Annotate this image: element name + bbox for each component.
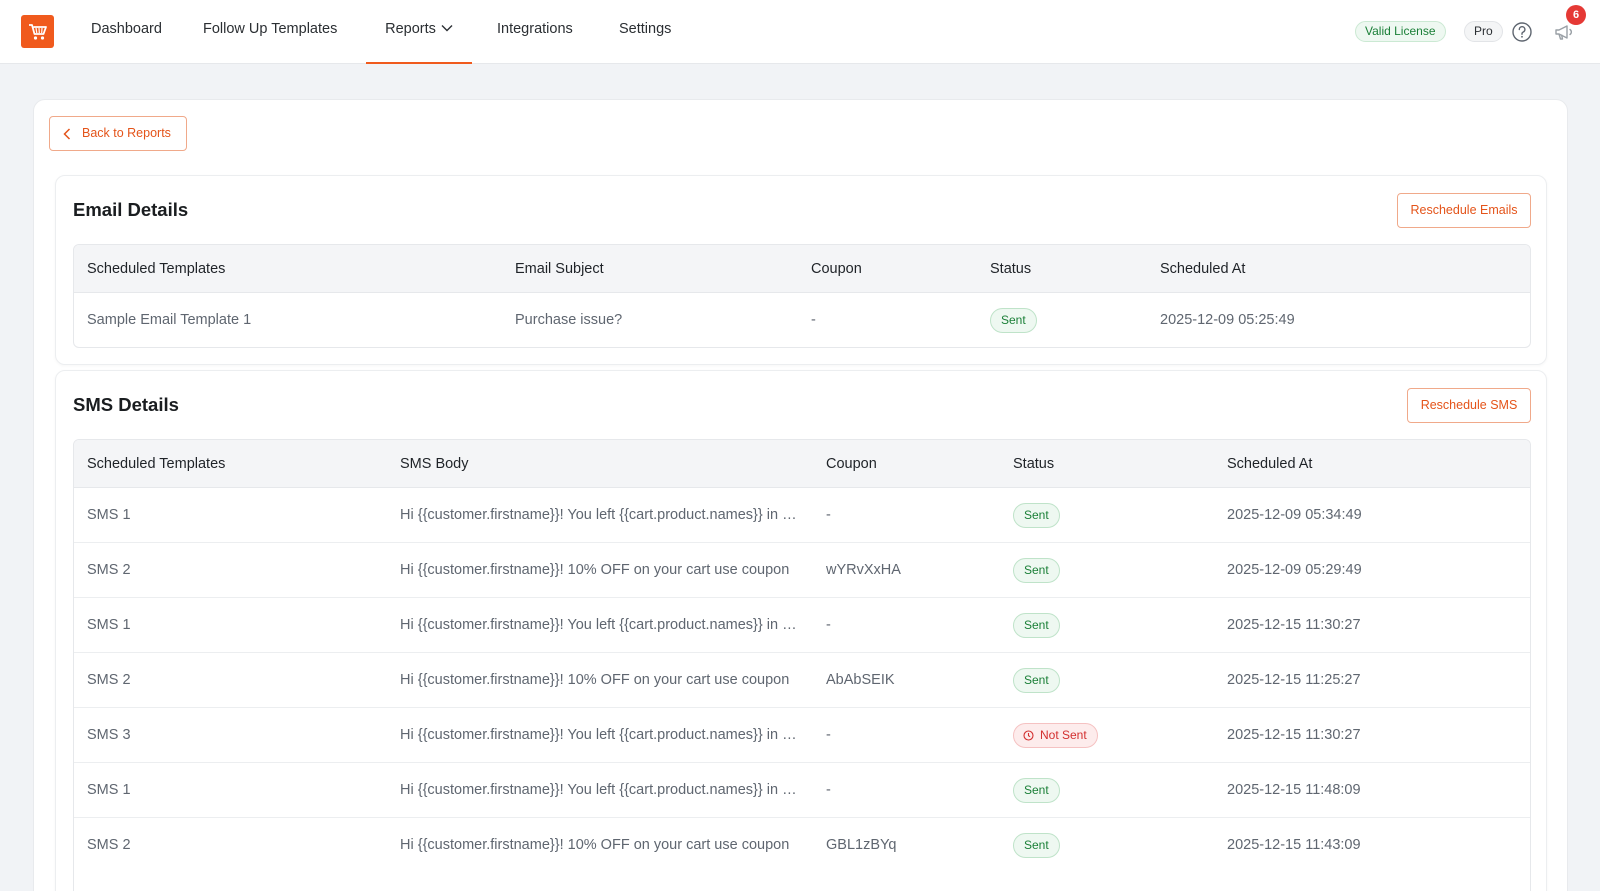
sms-body-cell: Hi {{customer.firstname}}! You left {{ca… bbox=[400, 782, 800, 798]
column-header: Email Subject bbox=[515, 261, 604, 277]
column-header: Status bbox=[990, 261, 1032, 277]
subject-cell: Purchase issue? bbox=[515, 312, 623, 328]
sms-details-title: SMS Details bbox=[73, 394, 179, 415]
table-row: SMS 1 Hi {{customer.firstname}}! You lef… bbox=[74, 488, 1530, 543]
column-header: Scheduled At bbox=[1227, 456, 1313, 472]
scheduled-at-cell: 2025-12-09 05:25:49 bbox=[1160, 312, 1295, 328]
coupon-cell: - bbox=[811, 312, 816, 328]
column-header: Coupon bbox=[826, 456, 877, 472]
template-cell: SMS 3 bbox=[87, 727, 131, 743]
chevron-left-icon bbox=[63, 128, 71, 140]
table-row: SMS 2 Hi {{customer.firstname}}! 10% OFF… bbox=[74, 818, 1530, 873]
column-header: Scheduled At bbox=[1160, 261, 1246, 277]
license-status-badge: Valid License bbox=[1355, 21, 1446, 42]
status-badge: Sent bbox=[1013, 833, 1060, 858]
sms-body-cell: Hi {{customer.firstname}}! You left {{ca… bbox=[400, 507, 800, 523]
template-cell: Sample Email Template 1 bbox=[87, 312, 252, 328]
sms-body-cell: Hi {{customer.firstname}}! 10% OFF on yo… bbox=[400, 672, 790, 688]
table-row: SMS 2 Hi {{customer.firstname}}! 10% OFF… bbox=[74, 543, 1530, 598]
scheduled-at-cell: 2025-12-15 11:48:09 bbox=[1227, 782, 1361, 798]
coupon-cell: - bbox=[826, 782, 831, 798]
table-row: SMS 1 Hi {{customer.firstname}}! You lef… bbox=[74, 763, 1530, 818]
nav-follow-up-templates[interactable]: Follow Up Templates bbox=[203, 0, 337, 64]
notification-count-badge: 6 bbox=[1566, 5, 1586, 25]
template-cell: SMS 1 bbox=[87, 782, 131, 798]
status-badge: Sent bbox=[1013, 558, 1060, 583]
nav-settings[interactable]: Settings bbox=[619, 0, 671, 64]
coupon-cell: wYRvXxHA bbox=[826, 562, 901, 578]
sms-table: Scheduled Templates SMS Body Coupon Stat… bbox=[73, 439, 1531, 891]
status-label: Not Sent bbox=[1040, 728, 1087, 742]
status-badge: Sent bbox=[1013, 778, 1060, 803]
table-row: SMS 1 Hi {{customer.firstname}}! You lef… bbox=[74, 598, 1530, 653]
back-to-reports-button[interactable]: Back to Reports bbox=[49, 116, 187, 151]
column-header: Scheduled Templates bbox=[87, 261, 226, 277]
column-header: Scheduled Templates bbox=[87, 456, 226, 472]
sms-table-header: Scheduled Templates SMS Body Coupon Stat… bbox=[74, 440, 1530, 488]
table-row: SMS 2 Hi {{customer.firstname}}! 10% OFF… bbox=[74, 653, 1530, 708]
status-badge: Sent bbox=[1013, 613, 1060, 638]
scheduled-at-cell: 2025-12-15 11:30:27 bbox=[1227, 617, 1361, 633]
scheduled-at-cell: 2025-12-09 05:29:49 bbox=[1227, 562, 1362, 578]
template-cell: SMS 1 bbox=[87, 507, 131, 523]
email-table-header: Scheduled Templates Email Subject Coupon… bbox=[74, 245, 1530, 293]
scheduled-at-cell: 2025-12-15 11:25:27 bbox=[1227, 672, 1361, 688]
sms-body-cell: Hi {{customer.firstname}}! You left {{ca… bbox=[400, 617, 800, 633]
help-icon[interactable] bbox=[1511, 21, 1533, 43]
scheduled-at-cell: 2025-12-09 05:34:49 bbox=[1227, 507, 1362, 523]
coupon-cell: GBL1zBYq bbox=[826, 837, 897, 853]
sms-body-cell: Hi {{customer.firstname}}! 10% OFF on yo… bbox=[400, 562, 790, 578]
column-header: Coupon bbox=[811, 261, 862, 277]
table-row: SMS 3 Hi {{customer.firstname}}! You lef… bbox=[74, 708, 1530, 763]
template-cell: SMS 2 bbox=[87, 837, 131, 853]
template-cell: SMS 2 bbox=[87, 562, 131, 578]
reschedule-sms-button[interactable]: Reschedule SMS bbox=[1407, 388, 1531, 423]
status-badge: Sent bbox=[1013, 503, 1060, 528]
table-row: Sample Email Template 1 Purchase issue? … bbox=[74, 293, 1530, 347]
column-header: SMS Body bbox=[400, 456, 469, 472]
sms-body-cell: Hi {{customer.firstname}}! You left {{ca… bbox=[400, 727, 800, 743]
coupon-cell: - bbox=[826, 617, 831, 633]
cart-logo-icon[interactable] bbox=[21, 15, 54, 48]
nav-reports-label: Reports bbox=[385, 21, 436, 37]
nav-reports[interactable]: Reports bbox=[366, 0, 472, 64]
scheduled-at-cell: 2025-12-15 11:43:09 bbox=[1227, 837, 1361, 853]
reschedule-emails-button[interactable]: Reschedule Emails bbox=[1397, 193, 1531, 228]
plan-badge: Pro bbox=[1464, 21, 1503, 42]
email-table: Scheduled Templates Email Subject Coupon… bbox=[73, 244, 1531, 348]
nav-integrations[interactable]: Integrations bbox=[497, 0, 573, 64]
nav-dashboard[interactable]: Dashboard bbox=[91, 0, 162, 64]
sms-details-section: SMS Details Reschedule SMS Scheduled Tem… bbox=[55, 370, 1547, 891]
email-details-title: Email Details bbox=[73, 199, 189, 220]
sms-body-cell: Hi {{customer.firstname}}! 10% OFF on yo… bbox=[400, 837, 790, 853]
coupon-cell: - bbox=[826, 727, 831, 743]
status-badge: Not Sent bbox=[1013, 723, 1098, 748]
template-cell: SMS 1 bbox=[87, 617, 131, 633]
email-details-section: Email Details Reschedule Emails Schedule… bbox=[55, 175, 1547, 365]
chevron-down-icon bbox=[441, 24, 453, 32]
top-navbar: Dashboard Follow Up Templates Reports In… bbox=[0, 0, 1600, 64]
coupon-cell: - bbox=[826, 507, 831, 523]
scheduled-at-cell: 2025-12-15 11:30:27 bbox=[1227, 727, 1361, 743]
status-badge: Sent bbox=[1013, 668, 1060, 693]
coupon-cell: AbAbSEIK bbox=[826, 672, 895, 688]
template-cell: SMS 2 bbox=[87, 672, 131, 688]
back-to-reports-label: Back to Reports bbox=[82, 126, 171, 140]
status-badge: Sent bbox=[990, 308, 1037, 333]
clock-icon bbox=[1023, 730, 1034, 741]
column-header: Status bbox=[1013, 456, 1055, 472]
